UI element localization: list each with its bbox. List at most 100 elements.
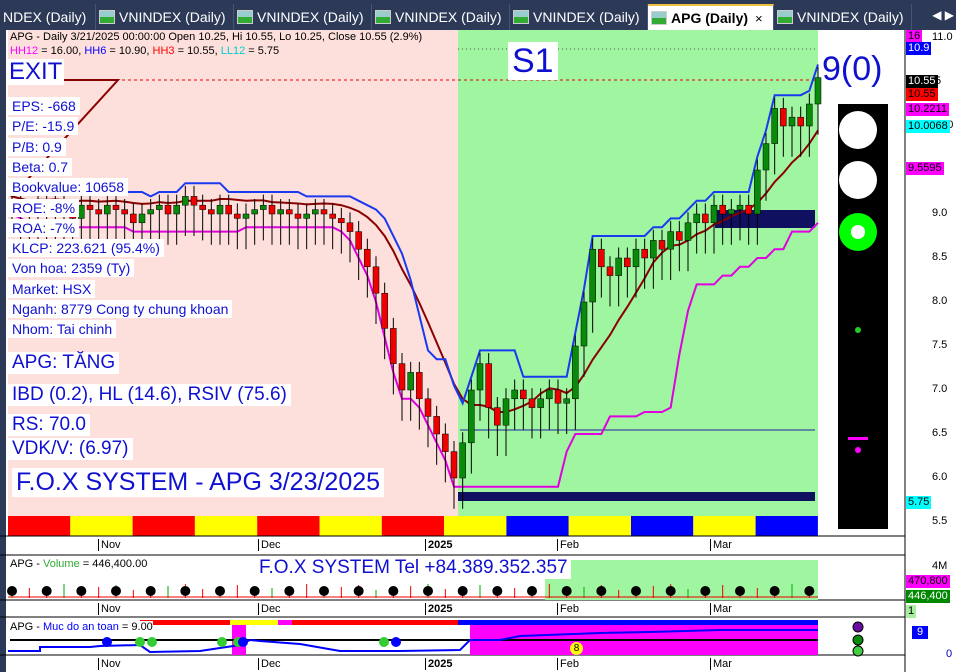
candle (632, 248, 640, 268)
candle (294, 213, 302, 219)
candle (615, 257, 622, 276)
fundamental-item: ROE: -8% (8, 198, 80, 217)
candle (780, 108, 787, 127)
safety-marker: 8 (570, 642, 583, 655)
y-tick-label: 8.0 (932, 295, 948, 307)
candle (511, 389, 518, 400)
strength-strip-segment (132, 516, 195, 536)
volume-axis-top: 4M (932, 560, 948, 572)
hh-header: HH12 = 16.00, HH6 = 10.90, HH3 = 10.55, … (10, 45, 279, 57)
candle (398, 363, 406, 391)
safety-strip (278, 620, 292, 625)
date-tick-label: Dec (258, 539, 281, 551)
candle (442, 433, 449, 452)
candle (286, 209, 293, 215)
candle (346, 222, 354, 232)
volume-dot (388, 586, 399, 596)
volume-count-tag: 1 (906, 605, 917, 618)
candle (624, 257, 631, 268)
date-tick-label: Dec (258, 658, 281, 670)
volume-dot (700, 586, 711, 596)
candle (546, 389, 553, 400)
trend-label: APG: TĂNG (8, 352, 120, 374)
y-tick-label: 7.0 (932, 383, 948, 395)
volume-dot (665, 586, 676, 596)
safety-strip (458, 620, 818, 625)
candle (95, 209, 102, 215)
candle (199, 204, 206, 210)
strength-strip-segment (444, 516, 507, 536)
strength-strip-segment (319, 516, 382, 536)
candle (225, 204, 232, 215)
fundamental-item: KLCP: 223.621 (95.4%) (8, 239, 164, 258)
candle (762, 143, 770, 171)
candle (104, 204, 111, 215)
strength-strip-segment (693, 516, 756, 536)
strength-strip-segment (70, 516, 133, 536)
safety-strip (140, 620, 230, 625)
candle (303, 213, 310, 219)
strength-strip-segment (506, 516, 569, 536)
volume-dot (353, 586, 364, 596)
safety-value: = 9.00 (118, 621, 153, 633)
candle (719, 204, 726, 215)
candle (260, 204, 267, 210)
candle (147, 209, 154, 215)
y-tick-label: 6.5 (932, 427, 948, 439)
candle (528, 398, 536, 408)
candle (676, 231, 683, 241)
candle (710, 204, 718, 224)
exit-signal: EXIT (7, 58, 65, 85)
volume-dot (423, 586, 433, 596)
volume-dot (145, 586, 156, 596)
candle (268, 204, 276, 215)
candle (606, 266, 614, 276)
strength-strip-segment (381, 516, 445, 536)
indicator-dot (855, 447, 861, 453)
buy-zone-background (458, 30, 818, 516)
candle (450, 451, 458, 479)
strength-strip-segment (631, 516, 694, 536)
fundamental-item: Nhom: Tai chinh (8, 320, 117, 339)
safety-prefix: APG - (10, 621, 44, 633)
candle (520, 389, 527, 400)
fundamental-item: P/B: 0.9 (8, 137, 66, 156)
date-tick-label: Mar (710, 539, 732, 551)
candle (502, 398, 510, 426)
date-tick-label: Feb (557, 658, 579, 670)
price-tag: 9.5595 (906, 162, 944, 175)
volume-dot (561, 586, 572, 596)
volume-dot (249, 586, 260, 596)
volume-dot (319, 586, 329, 596)
candle (537, 398, 544, 408)
date-tick-label: Nov (98, 658, 121, 670)
candle (563, 398, 570, 404)
volume-dot (631, 586, 641, 596)
candle (788, 116, 796, 127)
candle (771, 108, 778, 144)
vdk-label: VDK/V: (6.97) (8, 438, 133, 460)
status-dot-lightgreen (852, 645, 864, 657)
candle (554, 389, 562, 404)
date-tick-label: 2025 (425, 539, 452, 551)
date-tick-label: Nov (98, 539, 121, 551)
volume-dot (215, 586, 225, 596)
fundamental-item: Nganh: 8779 Cong ty chung khoan (8, 300, 233, 318)
date-tick-label: 2025 (425, 658, 452, 670)
candle (459, 442, 466, 479)
safety-name: Muc do an toan (43, 621, 119, 633)
safety-dot (135, 637, 145, 647)
hh6-label: HH6 (84, 45, 107, 57)
hh3-value: = 10.55, (174, 45, 221, 57)
fundamental-item: Market: HSX (8, 279, 96, 298)
date-tick-label: Mar (710, 658, 732, 670)
candle (485, 363, 492, 408)
date-tick-label: Mar (710, 603, 732, 615)
safety-tag: 9 (912, 626, 929, 639)
date-tick-label: Feb (557, 603, 579, 615)
candle (641, 248, 648, 259)
candle (86, 204, 94, 210)
safety-title: APG - Muc do an toan = 9.00 (10, 621, 153, 633)
ohlc-header: APG - Daily 3/21/2025 00:00:00 Open 10.2… (10, 31, 423, 43)
volume-value: = 446,400.00 (79, 558, 148, 570)
